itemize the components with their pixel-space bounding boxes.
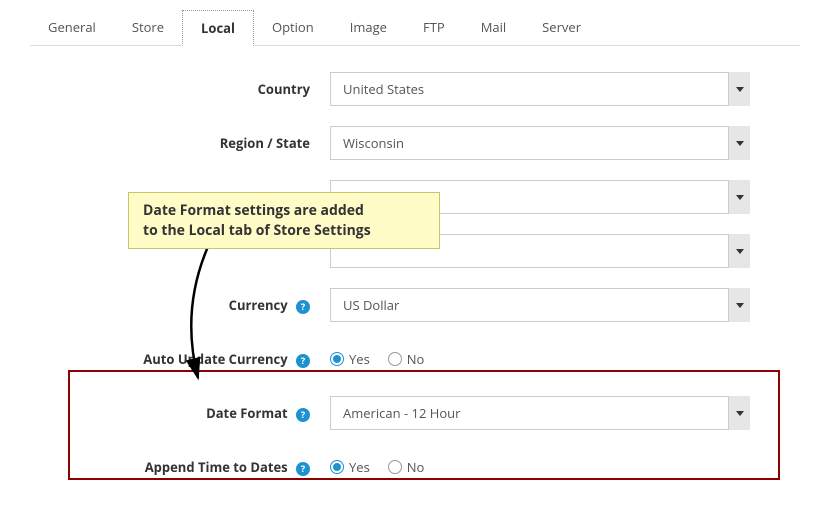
callout-line2: to the Local tab of Store Settings (143, 221, 425, 241)
auto-update-radio-group: Yes No (330, 350, 750, 368)
auto-update-label-wrap: Auto Update Currency ? (30, 350, 330, 368)
region-value: Wisconsin (330, 126, 750, 160)
append-time-radio-group: Yes No (330, 458, 750, 476)
append-time-label-wrap: Append Time to Dates ? (30, 458, 330, 476)
currency-label-wrap: Currency ? (30, 296, 330, 314)
radio-icon (330, 460, 344, 474)
country-value: United States (330, 72, 750, 106)
tab-store[interactable]: Store (114, 10, 182, 45)
date-format-value: American - 12 Hour (330, 396, 750, 430)
tabs: General Store Local Option Image FTP Mai… (30, 10, 800, 46)
append-time-yes-radio[interactable]: Yes (330, 458, 370, 476)
radio-label: Yes (349, 458, 370, 476)
country-select[interactable]: United States (330, 72, 750, 106)
annotation-callout: Date Format settings are added to the Lo… (128, 192, 440, 249)
tab-mail[interactable]: Mail (463, 10, 524, 45)
radio-icon (388, 460, 402, 474)
region-select[interactable]: Wisconsin (330, 126, 750, 160)
help-icon[interactable]: ? (296, 354, 310, 368)
help-icon[interactable]: ? (296, 300, 310, 314)
auto-update-yes-radio[interactable]: Yes (330, 350, 370, 368)
append-time-label: Append Time to Dates (145, 458, 288, 476)
tab-option[interactable]: Option (254, 10, 332, 45)
currency-label: Currency (229, 296, 288, 314)
region-label: Region / State (30, 134, 330, 152)
currency-select[interactable]: US Dollar (330, 288, 750, 322)
callout-line1: Date Format settings are added (143, 201, 425, 221)
tab-general[interactable]: General (30, 10, 114, 45)
help-icon[interactable]: ? (296, 462, 310, 476)
auto-update-no-radio[interactable]: No (388, 350, 425, 368)
tab-image[interactable]: Image (332, 10, 405, 45)
tab-server[interactable]: Server (524, 10, 599, 45)
radio-label: No (407, 458, 425, 476)
radio-label: Yes (349, 350, 370, 368)
radio-icon (330, 352, 344, 366)
date-format-select[interactable]: American - 12 Hour (330, 396, 750, 430)
auto-update-label: Auto Update Currency (143, 350, 287, 368)
help-icon[interactable]: ? (296, 408, 310, 422)
radio-label: No (407, 350, 425, 368)
country-label: Country (30, 80, 330, 98)
append-time-no-radio[interactable]: No (388, 458, 425, 476)
radio-icon (388, 352, 402, 366)
currency-value: US Dollar (330, 288, 750, 322)
date-format-label-wrap: Date Format ? (30, 404, 330, 422)
date-format-label: Date Format (206, 404, 288, 422)
tab-local[interactable]: Local (182, 10, 254, 46)
tab-ftp[interactable]: FTP (405, 10, 463, 45)
